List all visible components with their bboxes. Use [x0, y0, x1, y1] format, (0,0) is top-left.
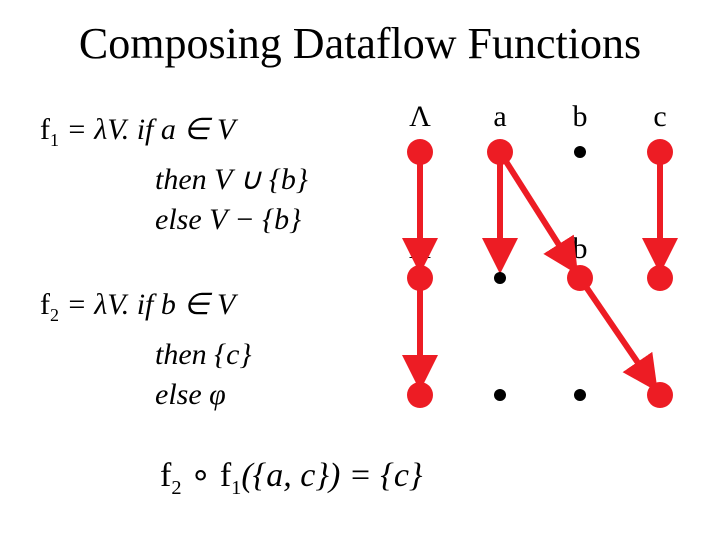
col-label-b-1: b — [565, 232, 595, 266]
red-dot — [647, 382, 673, 408]
black-dot — [494, 389, 506, 401]
f1-sub: 1 — [50, 130, 59, 150]
comp-circ: ∘ — [182, 457, 220, 494]
col-label-b-0: b — [565, 100, 595, 134]
f2-else: else φ — [155, 378, 226, 411]
red-dot — [647, 139, 673, 165]
col-label-lambda-1: Λ — [405, 232, 435, 266]
red-dot — [407, 139, 433, 165]
page-title: Composing Dataflow Functions — [0, 18, 720, 69]
equation-f2: f2 = λV. if b ∈ V then {c} else φ — [40, 285, 251, 415]
black-dot — [494, 272, 506, 284]
equation-f1: f1 = λV. if a ∈ V then V ∪ {b} else V − … — [40, 110, 308, 240]
f1-f: f — [40, 113, 50, 146]
black-dot — [574, 146, 586, 158]
red-dot — [407, 265, 433, 291]
f2-sub: 2 — [50, 305, 59, 325]
comp-f2sub: 2 — [171, 477, 181, 499]
red-dot — [487, 139, 513, 165]
f2-then: then {c} — [155, 338, 251, 371]
comp-f1sub: 1 — [231, 477, 241, 499]
col-label-lambda-0: Λ — [405, 100, 435, 134]
col-label-a-1: a — [485, 232, 515, 266]
equation-composition: f2 ∘ f1({a, c}) = {c} — [160, 455, 423, 500]
f1-line0: = λV. if a ∈ V — [59, 113, 235, 146]
comp-rest: ({a, c}) = {c} — [241, 457, 422, 494]
f2-f: f — [40, 288, 50, 321]
red-dot — [567, 265, 593, 291]
f1-then: then V ∪ {b} — [155, 163, 308, 196]
comp-f1: f — [220, 457, 231, 494]
arrow — [580, 278, 651, 382]
f1-else: else V − {b} — [155, 203, 301, 236]
comp-f2: f — [160, 457, 171, 494]
red-dot — [407, 382, 433, 408]
red-dot — [647, 265, 673, 291]
f2-line0: = λV. if b ∈ V — [59, 288, 235, 321]
col-label-a-0: a — [485, 100, 515, 134]
black-dot — [574, 389, 586, 401]
col-label-c-0: c — [645, 100, 675, 134]
col-label-c-1: c — [645, 232, 675, 266]
